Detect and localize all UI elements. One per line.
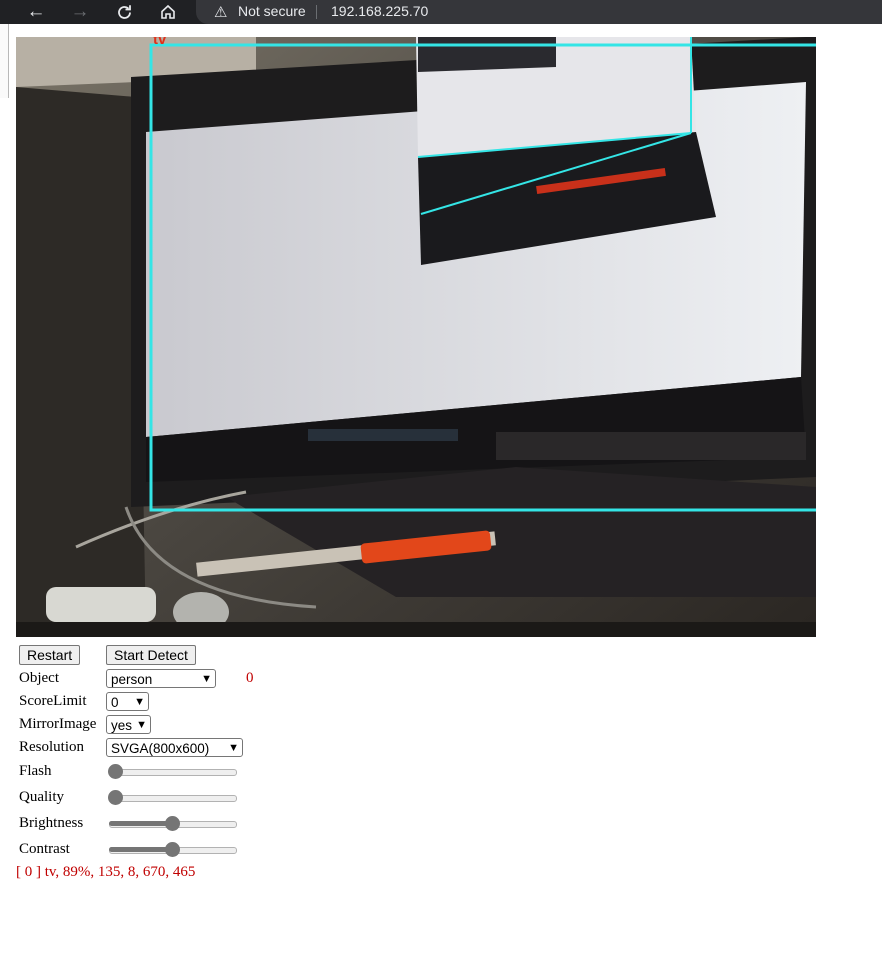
score-limit-value: 0 (111, 695, 119, 710)
slider-thumb[interactable] (165, 842, 180, 857)
warning-icon[interactable]: ⚠ (214, 3, 227, 21)
divider (316, 5, 317, 19)
security-label[interactable]: Not secure (238, 3, 306, 19)
quality-slider[interactable] (107, 789, 237, 805)
resolution-label: Resolution (19, 739, 85, 755)
slider-thumb[interactable] (165, 816, 180, 831)
forward-arrow-icon[interactable]: → (66, 0, 94, 24)
reload-icon[interactable] (110, 0, 138, 24)
brightness-slider[interactable] (107, 815, 237, 831)
flash-slider[interactable] (107, 763, 237, 779)
detection-result: [ 0 ] tv, 89%, 135, 8, 670, 465 (16, 864, 196, 880)
brightness-label: Brightness (19, 815, 84, 831)
score-limit-select[interactable]: 0 ▼ (106, 692, 149, 711)
mirror-image-select[interactable]: yes ▼ (106, 715, 151, 734)
object-label: Object (19, 670, 59, 686)
object-count: 0 (246, 670, 254, 686)
flash-label: Flash (19, 763, 52, 779)
camera-stream-image: tv (16, 37, 816, 637)
detection-label: tv (153, 37, 167, 48)
restart-button[interactable]: Restart (19, 645, 81, 665)
home-icon[interactable] (154, 0, 182, 24)
chevron-down-icon: ▼ (134, 696, 145, 708)
quality-label: Quality (19, 789, 64, 805)
chevron-down-icon: ▼ (136, 719, 147, 731)
mirror-image-value: yes (111, 718, 133, 733)
browser-toolbar: ← → ⚠ Not secure 192.168.225.70 (0, 0, 882, 24)
resolution-select[interactable]: SVGA(800x600) ▼ (106, 738, 243, 757)
score-limit-label: ScoreLimit (19, 693, 87, 709)
slider-thumb[interactable] (108, 790, 123, 805)
back-arrow-icon[interactable]: ← (22, 0, 50, 24)
page-edge (0, 24, 9, 98)
chevron-down-icon: ▼ (228, 742, 239, 754)
contrast-slider[interactable] (107, 841, 237, 857)
slider-thumb[interactable] (108, 764, 123, 779)
object-select-value: person (111, 672, 153, 687)
resolution-value: SVGA(800x600) (111, 741, 210, 756)
chevron-down-icon: ▼ (201, 673, 212, 685)
contrast-label: Contrast (19, 841, 70, 857)
mirror-image-label: MirrorImage (19, 716, 97, 732)
url-text[interactable]: 192.168.225.70 (331, 3, 428, 19)
object-select[interactable]: person ▼ (106, 669, 216, 688)
address-bar[interactable]: ⚠ Not secure 192.168.225.70 (196, 0, 882, 24)
start-detect-button[interactable]: Start Detect (106, 645, 196, 665)
